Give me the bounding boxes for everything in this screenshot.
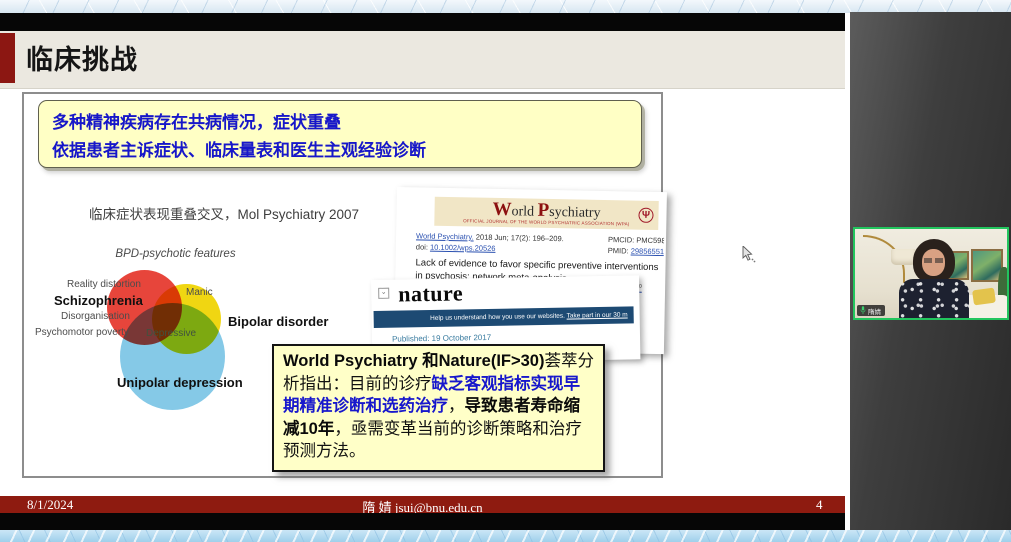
slide-title: 临床挑战 — [26, 38, 138, 77]
mouse-cursor-icon — [742, 246, 757, 269]
venn-label-schizophrenia: Schizophrenia — [54, 293, 143, 308]
slide-footer-bar: 8/1/2024 隋 婧 jsui@bnu.edu.cn 4 — [0, 496, 845, 513]
venn-label-depressive: Depressive — [146, 328, 196, 339]
wp-doi-label: doi: — [416, 242, 430, 251]
nature-banner-text: Help us understand how you use our websi… — [430, 313, 567, 322]
text-segment: World Psychiatry 和Nature(IF>30) — [283, 352, 544, 370]
venn-label-psychomotor-poverty: Psychomotor poverty — [35, 327, 129, 338]
wp-doi-link: 10.1002/wps.20526 — [430, 243, 496, 253]
wp-logo-orld: orld — [511, 204, 537, 219]
wp-logo-w: W — [492, 199, 511, 220]
wp-header-banner: World Psychiatry OFFICIAL JOURNAL OF THE… — [434, 197, 659, 230]
text-segment: ， — [448, 397, 465, 415]
venn-title: BPD-psychotic features — [98, 248, 253, 260]
screen: 临床挑战 多种精神疾病存在共病情况，症状重叠 依据患者主诉症状、临床量表和医生主… — [0, 0, 1011, 542]
wp-citation-link: World Psychiatry. — [416, 231, 474, 241]
wp-logo-p: P — [537, 200, 549, 221]
participant-name: 隋婧 — [868, 306, 881, 316]
nature-cookie-banner: Help us understand how you use our websi… — [374, 306, 634, 328]
venn-caption: 临床症状表现重叠交叉，Mol Psychiatry 2007 — [89, 203, 359, 223]
callout-line-2: 依据患者主诉症状、临床量表和医生主观经验诊断 — [52, 137, 635, 165]
wp-pmid: PMID: 29856551 — [608, 246, 664, 256]
footer-page-number: 4 — [816, 497, 823, 513]
participant-glasses — [924, 258, 943, 263]
participant-video-tile[interactable]: 隋婧 — [853, 227, 1009, 320]
nature-banner-link: Take part in our 30 m — [567, 312, 628, 320]
pillow — [972, 288, 996, 306]
wp-citation: World Psychiatry. 2018 Jun; 17(2): 196–2… — [416, 231, 564, 243]
wp-doi: doi: 10.1002/wps.20526 — [416, 242, 496, 253]
participant-name-badge: 隋婧 — [857, 305, 885, 316]
bottom-callout-box: World Psychiatry 和Nature(IF>30)荟萃分析指出：目前… — [272, 344, 605, 472]
desktop-bottom-strip — [0, 530, 1011, 542]
participant-body — [899, 279, 969, 318]
venn-label-unipolar-depression: Unipolar depression — [117, 375, 243, 390]
slide-bottom-black-bar — [0, 513, 845, 530]
wp-pmid-label: PMID: — [608, 246, 631, 255]
callout-line-1: 多种精神疾病存在共病情况，症状重叠 — [52, 109, 635, 137]
venn-label-disorganisation: Disorganisation — [61, 311, 130, 322]
slide-top-black-bar — [0, 13, 845, 31]
venn-label-manic: Manic — [186, 287, 213, 298]
top-callout-box: 多种精神疾病存在共病情况，症状重叠 依据患者主诉症状、临床量表和医生主观经验诊断 — [38, 100, 642, 168]
wp-logo-sychiatry: sychiatry — [549, 205, 601, 221]
nature-logo: nature — [398, 280, 463, 307]
nature-published-date: Published: 19 October 2017 — [392, 333, 491, 344]
venn-circle-depression — [120, 303, 225, 410]
wp-pmid-link: 29856551 — [631, 246, 664, 256]
nature-checkbox-icon: ⌄ — [378, 288, 389, 299]
venn-label-bipolar-disorder: Bipolar disorder — [228, 314, 328, 329]
venn-label-reality-distortion: Reality distortion — [67, 279, 141, 290]
microphone-icon — [860, 306, 866, 315]
wp-citation-rest: 2018 Jun; 17(2): 196–209. — [474, 232, 564, 243]
title-accent-square — [0, 33, 15, 83]
wp-pmcid: PMCID: PMC5980504 — [608, 235, 664, 245]
